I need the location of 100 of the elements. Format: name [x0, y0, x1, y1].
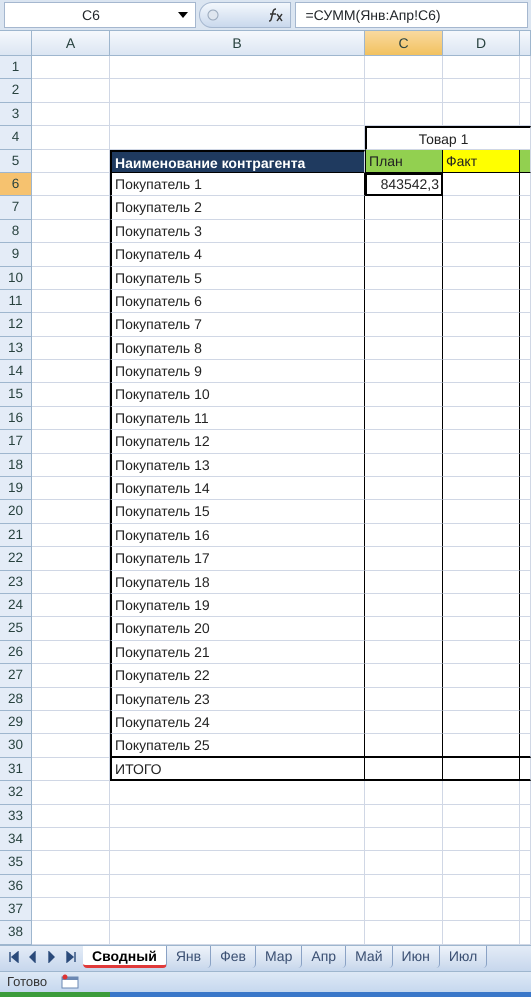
spreadsheet-cell[interactable]	[365, 454, 443, 478]
spreadsheet-cell[interactable]: Покупатель 25	[110, 734, 365, 758]
spreadsheet-cell[interactable]	[443, 313, 520, 337]
spreadsheet-cell[interactable]	[443, 266, 520, 290]
spreadsheet-cell[interactable]	[443, 688, 520, 711]
row-header[interactable]: 19	[0, 477, 32, 500]
row-header[interactable]: 28	[0, 688, 32, 711]
row-header[interactable]: 23	[0, 570, 32, 594]
spreadsheet-cell[interactable]	[443, 594, 520, 618]
column-header[interactable]	[520, 31, 531, 56]
row-header[interactable]: 10	[0, 266, 32, 290]
spreadsheet-cell[interactable]: Покупатель 14	[110, 477, 365, 500]
spreadsheet-cell[interactable]: Покупатель 9	[110, 360, 365, 384]
spreadsheet-cell[interactable]	[365, 547, 443, 571]
spreadsheet-cell[interactable]	[365, 500, 443, 524]
spreadsheet-cell[interactable]: Покупатель 1	[110, 172, 365, 196]
spreadsheet-cell[interactable]: Покупатель 2	[110, 196, 365, 220]
right-triangle-icon[interactable]	[46, 950, 56, 963]
spreadsheet-cell[interactable]: Наименование контрагента	[110, 150, 365, 173]
formula-bar-handle[interactable]	[199, 2, 291, 28]
spreadsheet-cell[interactable]	[365, 336, 443, 360]
spreadsheet-cell[interactable]: Факт	[443, 150, 520, 173]
spreadsheet-cell[interactable]: Покупатель 20	[110, 617, 365, 641]
column-header[interactable]: B	[110, 31, 365, 56]
spreadsheet-cell[interactable]	[443, 406, 520, 430]
spreadsheet-cell[interactable]	[365, 406, 443, 430]
row-header[interactable]: 37	[0, 898, 32, 922]
spreadsheet-cell[interactable]	[365, 734, 443, 758]
row-header[interactable]: 31	[0, 758, 32, 782]
select-all-corner[interactable]	[0, 31, 32, 56]
spreadsheet-cell[interactable]	[443, 477, 520, 500]
name-box[interactable]: C6	[4, 2, 196, 28]
spreadsheet-cell[interactable]: Покупатель 18	[110, 570, 365, 594]
spreadsheet-cell[interactable]: 843542,3	[365, 172, 443, 196]
row-header[interactable]: 27	[0, 664, 32, 688]
row-header[interactable]: 24	[0, 594, 32, 618]
spreadsheet-cell[interactable]	[443, 172, 520, 196]
row-header[interactable]: 13	[0, 336, 32, 360]
sheet-tab[interactable]: Мар	[256, 946, 302, 968]
spreadsheet-cell[interactable]: Покупатель 19	[110, 594, 365, 618]
spreadsheet-cell[interactable]	[443, 336, 520, 360]
spreadsheet-cell[interactable]: Покупатель 21	[110, 640, 365, 664]
spreadsheet-cell[interactable]: Покупатель 10	[110, 383, 365, 407]
spreadsheet-cell[interactable]	[443, 758, 520, 782]
function-icon[interactable]	[267, 8, 283, 22]
spreadsheet-cell[interactable]: Покупатель 16	[110, 524, 365, 548]
row-header[interactable]: 12	[0, 313, 32, 337]
sheet-tab[interactable]: Сводный	[83, 946, 167, 968]
spreadsheet-cell[interactable]	[365, 664, 443, 688]
row-header[interactable]: 7	[0, 196, 32, 220]
row-header[interactable]: 2	[0, 79, 32, 103]
spreadsheet-cell[interactable]	[365, 383, 443, 407]
row-header[interactable]: 25	[0, 617, 32, 641]
spreadsheet-cell[interactable]	[365, 710, 443, 734]
spreadsheet-cell[interactable]	[365, 477, 443, 500]
spreadsheet-cell[interactable]	[443, 664, 520, 688]
spreadsheet-cell[interactable]: План	[365, 150, 443, 173]
spreadsheet-cell[interactable]: Покупатель 4	[110, 243, 365, 267]
sheet-tab[interactable]: Апр	[302, 946, 346, 968]
row-header[interactable]: 16	[0, 406, 32, 430]
spreadsheet-cell[interactable]: Покупатель 5	[110, 266, 365, 290]
row-header[interactable]: 1	[0, 56, 32, 80]
row-header[interactable]: 30	[0, 734, 32, 758]
column-header[interactable]: A	[32, 31, 110, 56]
row-header[interactable]: 22	[0, 547, 32, 571]
row-header[interactable]: 36	[0, 874, 32, 898]
row-header[interactable]: 4	[0, 126, 32, 150]
spreadsheet-cell[interactable]	[443, 570, 520, 594]
spreadsheet-cell[interactable]	[365, 290, 443, 314]
row-header[interactable]: 8	[0, 220, 32, 244]
row-header[interactable]: 5	[0, 150, 32, 173]
spreadsheet-cell[interactable]	[365, 617, 443, 641]
spreadsheet-cell[interactable]	[365, 640, 443, 664]
sheet-tab[interactable]: Июн	[392, 946, 440, 968]
spreadsheet-cell[interactable]: Покупатель 23	[110, 688, 365, 711]
spreadsheet-cell[interactable]	[365, 570, 443, 594]
spreadsheet-cell[interactable]: Покупатель 8	[110, 336, 365, 360]
sheet-tab[interactable]: Янв	[166, 946, 212, 968]
spreadsheet-cell[interactable]: Покупатель 24	[110, 710, 365, 734]
spreadsheet-cell[interactable]	[365, 266, 443, 290]
spreadsheet-cell[interactable]: Покупатель 11	[110, 406, 365, 430]
spreadsheet-cell[interactable]	[365, 313, 443, 337]
column-header[interactable]: C	[365, 31, 443, 56]
row-header[interactable]: 33	[0, 804, 32, 828]
spreadsheet-cell[interactable]	[443, 640, 520, 664]
row-header[interactable]: 21	[0, 524, 32, 548]
spreadsheet-cell[interactable]	[443, 220, 520, 244]
spreadsheet-cell[interactable]	[365, 594, 443, 618]
row-header[interactable]: 9	[0, 243, 32, 267]
spreadsheet-cell[interactable]	[443, 710, 520, 734]
spreadsheet-cell[interactable]: Покупатель 17	[110, 547, 365, 571]
sheet-tab[interactable]: Фев	[211, 946, 256, 968]
row-header[interactable]: 34	[0, 828, 32, 852]
spreadsheet-cell[interactable]	[443, 617, 520, 641]
spreadsheet-cell[interactable]	[365, 430, 443, 454]
bar-left-triangle-icon[interactable]	[8, 950, 18, 963]
row-header[interactable]: 20	[0, 500, 32, 524]
row-header[interactable]: 17	[0, 430, 32, 454]
column-header[interactable]: D	[443, 31, 520, 56]
sheet-tab[interactable]: Май	[346, 946, 393, 968]
